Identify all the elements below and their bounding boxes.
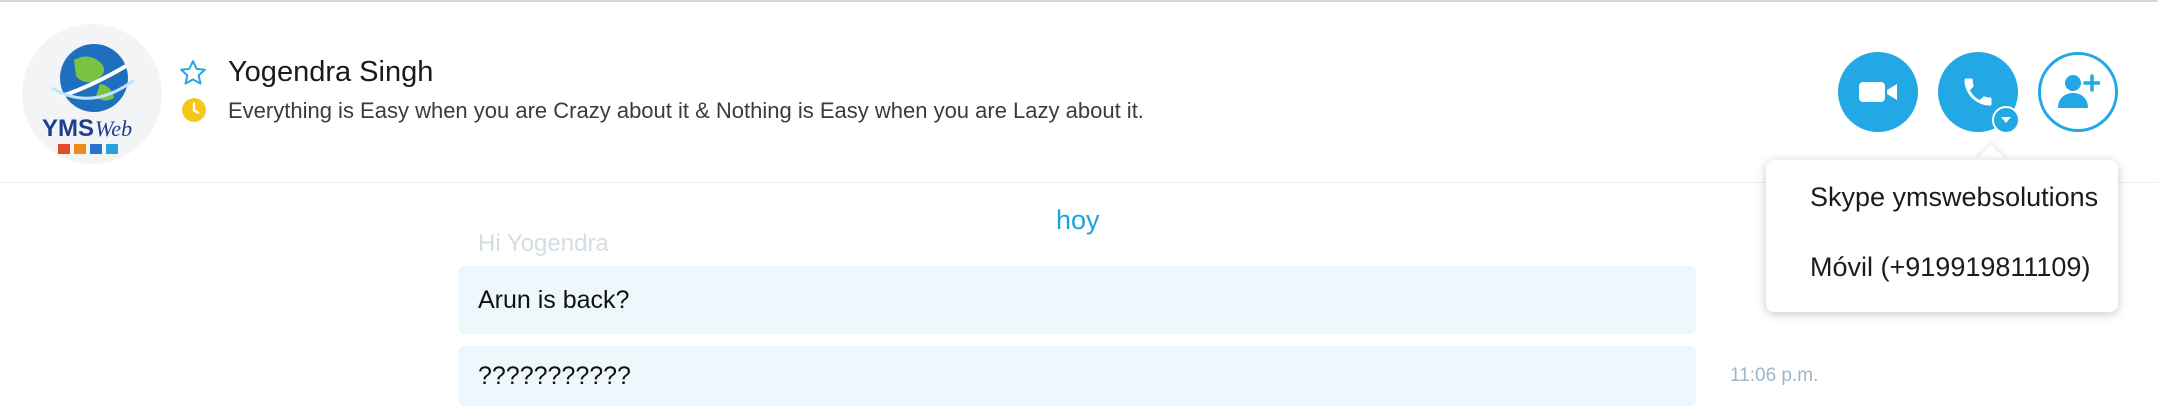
menu-item-mobile-call[interactable]: Móvil (+919919811109) — [1810, 252, 2090, 283]
call-options-dropdown: Skype ymswebsolutions Móvil (+9199198111… — [1766, 160, 2118, 312]
message-text: Arun is back? — [478, 285, 630, 314]
add-person-icon — [2058, 74, 2100, 108]
conversation-header: YMS Web Yogendra Singh Everything is Eas… — [0, 2, 2158, 183]
call-options-caret[interactable] — [1992, 106, 2020, 134]
menu-item-skype-call[interactable]: Skype ymswebsolutions — [1810, 182, 2098, 213]
chevron-down-icon — [2001, 117, 2011, 123]
message-bubble[interactable]: ??????????? — [458, 346, 1696, 406]
logo-text-web: Web — [95, 116, 132, 141]
logo-text-yms: YMS — [42, 115, 94, 142]
avatar[interactable]: YMS Web — [22, 24, 162, 164]
favorite-star-icon[interactable] — [178, 58, 208, 88]
video-camera-icon — [1859, 82, 1897, 102]
add-participant-button[interactable] — [2038, 52, 2118, 132]
away-status-clock-icon — [182, 98, 206, 122]
yms-web-logo: YMS Web — [22, 24, 162, 164]
phone-icon — [1964, 78, 1992, 106]
message-timestamp: 11:06 p.m. — [1730, 365, 1819, 386]
day-separator: hoy — [1056, 205, 1100, 235]
contact-name: Yogendra Singh — [228, 56, 434, 88]
video-call-button[interactable] — [1838, 52, 1918, 132]
mood-message: Everything is Easy when you are Crazy ab… — [228, 98, 1144, 123]
message-text: ??????????? — [478, 361, 631, 390]
faded-message: Hi Yogendra — [478, 230, 609, 257]
message-bubble[interactable]: Arun is back? — [458, 266, 1696, 334]
